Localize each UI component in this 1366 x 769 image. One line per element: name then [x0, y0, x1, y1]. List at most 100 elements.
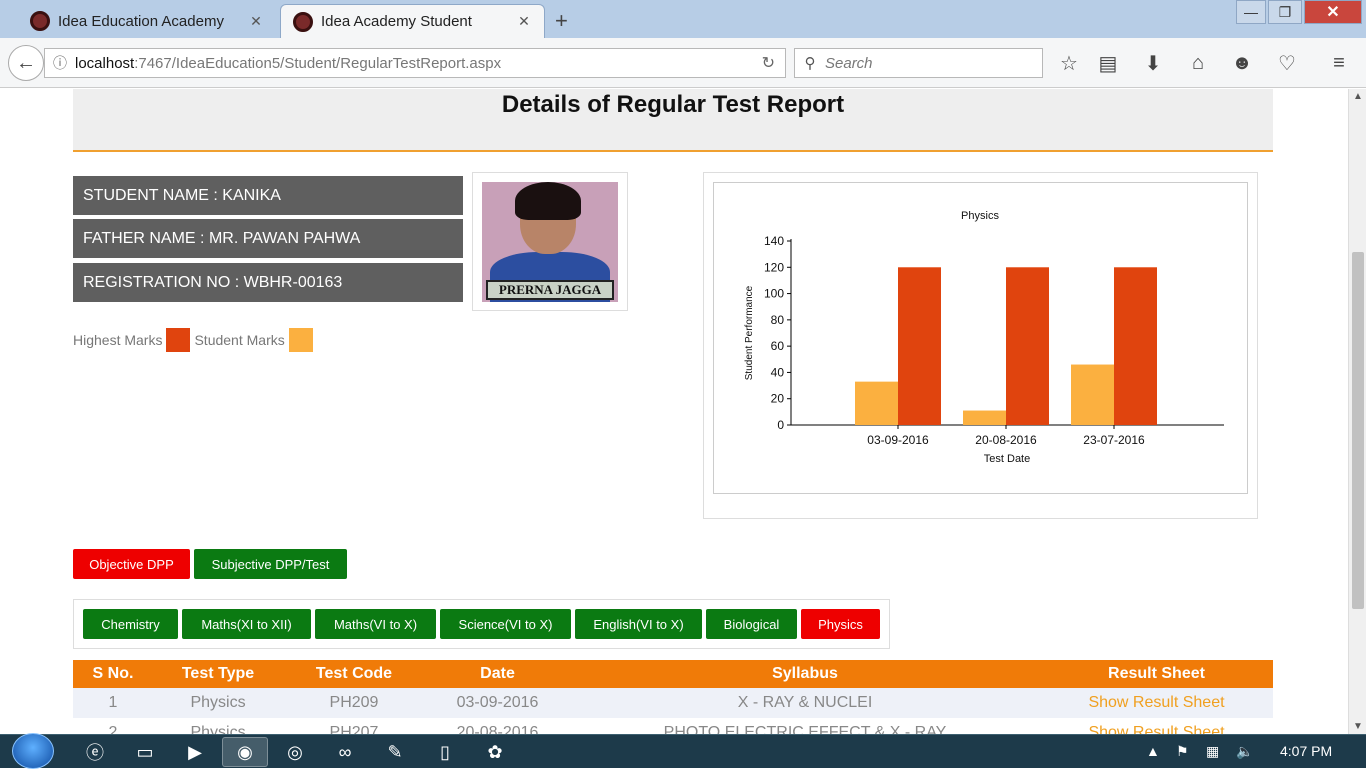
y-tick-label: 0 — [777, 418, 784, 432]
show-hidden-icons-icon[interactable]: ▲ — [1146, 743, 1160, 759]
tab-close-icon[interactable]: ✕ — [248, 13, 264, 30]
new-tab-icon[interactable]: + — [555, 8, 568, 34]
subject-button-maths-vi-x[interactable]: Maths(VI to X) — [315, 609, 436, 639]
search-placeholder: Search — [825, 54, 873, 72]
cell-date: 20-08-2016 — [456, 724, 539, 734]
cell-syllabus: PHOTO ELECTRIC EFFECT & X - RAY — [663, 724, 947, 734]
subjective-dpp-button[interactable]: Subjective DPP/Test — [194, 549, 347, 579]
cell-syllabus: X - RAY & NUCLEI — [570, 688, 1040, 718]
page-title: Details of Regular Test Report — [501, 91, 845, 118]
network-icon[interactable]: ▦ — [1206, 743, 1219, 760]
father-name-row: FATHER NAME : MR. PAWAN PAHWA — [73, 219, 463, 258]
registration-row: REGISTRATION NO : WBHR-00163 — [73, 263, 463, 302]
clock[interactable]: 4:07 PM — [1280, 743, 1332, 759]
visual-studio-icon[interactable]: ∞ — [322, 737, 368, 767]
site-favicon-icon — [30, 11, 50, 31]
notepad-icon[interactable]: ▯ — [422, 737, 468, 767]
student-name-row: STUDENT NAME : KANIKA — [73, 176, 463, 215]
cell-test-code: PH209 — [283, 688, 425, 718]
scroll-up-icon[interactable]: ▲ — [1353, 91, 1363, 102]
subject-button-maths-xi-xii[interactable]: Maths(XI to XII) — [182, 609, 311, 639]
info-icon[interactable]: ⓘ — [45, 53, 75, 73]
legend-student-swatch — [288, 328, 313, 352]
col-syllabus: Syllabus — [570, 660, 1040, 688]
col-result-sheet: Result Sheet — [1040, 660, 1273, 688]
chrome-icon[interactable]: ◎ — [272, 737, 318, 767]
y-tick-label: 40 — [771, 365, 785, 379]
report-header: Details of Regular Test Report — [73, 89, 1273, 152]
subject-button-science[interactable]: Science(VI to X) — [440, 609, 571, 639]
subject-button-english[interactable]: English(VI to X) — [575, 609, 702, 639]
bar-student-23-07-2016 — [1071, 364, 1114, 425]
bar-highest-03-09-2016 — [898, 267, 941, 425]
reading-list-icon[interactable]: ▤ — [1095, 50, 1121, 76]
x-tick-label: 03-09-2016 — [867, 433, 929, 447]
pocket-icon[interactable]: ♡ — [1274, 50, 1300, 76]
start-button[interactable] — [12, 733, 54, 769]
col-test-type: Test Type — [153, 660, 283, 688]
page-scrollbar[interactable]: ▲ ▼ — [1348, 89, 1366, 734]
firefox-icon[interactable]: ◉ — [222, 737, 268, 767]
show-result-sheet-link[interactable]: Show Result Sheet — [1040, 688, 1273, 718]
tab-title: Idea Education Academy — [58, 12, 224, 30]
bar-student-03-09-2016 — [855, 381, 898, 425]
bookmark-star-icon[interactable]: ☆ — [1056, 50, 1082, 76]
show-result-sheet-link[interactable]: Show Result Sheet — [1040, 718, 1273, 734]
bar-student-20-08-2016 — [963, 410, 1006, 425]
home-icon[interactable]: ⌂ — [1185, 50, 1211, 76]
bar-highest-23-07-2016 — [1114, 267, 1157, 425]
search-input[interactable]: ⚲ Search — [794, 48, 1043, 78]
ie-icon[interactable]: ⓔ — [72, 737, 118, 767]
student-photo: PRERNA JAGGA — [482, 182, 618, 302]
tools-icon[interactable]: ✎ — [372, 737, 418, 767]
objective-dpp-button[interactable]: Objective DPP — [73, 549, 190, 579]
windows-taskbar: ⓔ ▭ ▶ ◉ ◎ ∞ ✎ ▯ ✿ ▲ ⚑ ▦ 🔈 4:07 PM — [0, 733, 1366, 769]
scroll-down-icon[interactable]: ▼ — [1353, 721, 1363, 732]
back-arrow-icon[interactable]: ← — [8, 45, 44, 81]
subject-button-biological[interactable]: Biological — [706, 609, 797, 639]
url-path: :7467/IdeaEducation5/Student/RegularTest… — [134, 54, 502, 72]
url-host: localhost — [75, 54, 135, 72]
student-photo-frame: PRERNA JAGGA — [472, 172, 628, 311]
performance-chart: Physics 0 20 40 60 80 100 120 140 Student Perform… — [744, 210, 1224, 465]
results-table: S No. Test Type Test Code Date Syllabus … — [73, 660, 1273, 734]
tab-close-icon[interactable]: ✕ — [516, 13, 532, 30]
cell-test-code: PH207 — [329, 724, 379, 734]
chart-title: Physics — [961, 210, 999, 222]
volume-icon[interactable]: 🔈 — [1236, 743, 1253, 760]
smiley-icon[interactable]: ☻ — [1229, 50, 1255, 76]
subject-button-chemistry[interactable]: Chemistry — [83, 609, 178, 639]
reload-icon[interactable]: ↻ — [762, 53, 775, 73]
col-test-code: Test Code — [283, 660, 425, 688]
y-tick-label: 20 — [771, 392, 785, 406]
legend-student-label: Student Marks — [194, 332, 285, 348]
scrollbar-thumb[interactable] — [1352, 252, 1364, 609]
maximize-button[interactable]: ❐ — [1268, 0, 1302, 24]
legend-highest-label: Highest Marks — [73, 332, 163, 348]
col-date: Date — [425, 660, 570, 688]
site-favicon-icon — [293, 11, 313, 32]
y-tick-label: 140 — [764, 234, 784, 248]
downloads-icon[interactable]: ⬇ — [1140, 50, 1166, 76]
tab-idea-education-academy[interactable]: Idea Education Academy ✕ — [18, 4, 276, 38]
bar-highest-20-08-2016 — [1006, 267, 1049, 425]
menu-hamburger-icon[interactable]: ≡ — [1326, 50, 1352, 76]
action-center-icon[interactable]: ⚑ — [1176, 743, 1189, 760]
url-bar[interactable]: ⓘ localhost:7467/IdeaEducation5/Student/… — [44, 48, 786, 78]
subject-button-physics[interactable]: Physics — [801, 609, 880, 639]
cell-test-type: Physics — [153, 688, 283, 718]
x-axis-label: Test Date — [984, 453, 1030, 465]
y-tick-label: 60 — [771, 339, 785, 353]
marks-legend: Highest Marks Student Marks — [73, 328, 317, 352]
paint-icon[interactable]: ✿ — [472, 737, 518, 767]
y-tick-label: 80 — [771, 313, 785, 327]
close-window-button[interactable]: ✕ — [1304, 0, 1362, 24]
tab-idea-academy-student[interactable]: Idea Academy Student ✕ — [280, 4, 545, 38]
cell-sno: 2 — [108, 724, 118, 734]
minimize-button[interactable]: — — [1236, 0, 1266, 24]
media-player-icon[interactable]: ▶ — [172, 737, 218, 767]
explorer-icon[interactable]: ▭ — [122, 737, 168, 767]
photo-caption: PRERNA JAGGA — [486, 280, 614, 300]
y-tick-label: 120 — [764, 260, 784, 274]
page-content: Details of Regular Test Report STUDENT N… — [0, 89, 1348, 734]
